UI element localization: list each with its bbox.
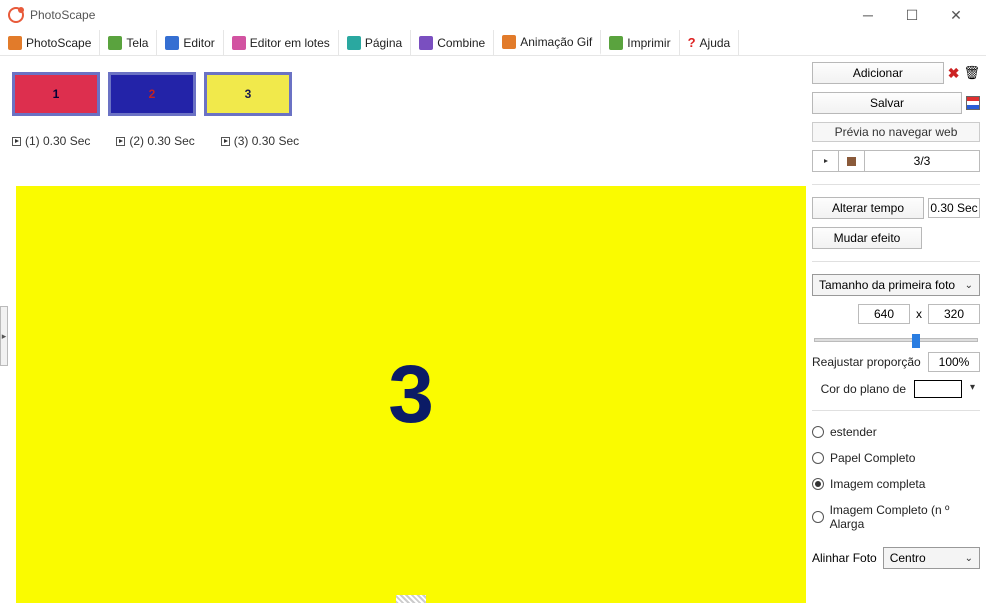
- radio-full-paper[interactable]: Papel Completo: [812, 451, 980, 465]
- save-button[interactable]: Salvar: [812, 92, 962, 114]
- play-icon: [116, 137, 125, 146]
- preview-web-button[interactable]: Prévia no navegar web: [812, 122, 980, 142]
- radio-full-image-no-enlarge[interactable]: Imagem Completo (n º Alarga: [812, 503, 980, 531]
- time-strip: (1) 0.30 Sec (2) 0.30 Sec (3) 0.30 Sec: [12, 134, 802, 148]
- stop-icon: [847, 157, 856, 166]
- window-title: PhotoScape: [30, 8, 95, 22]
- tab-editor[interactable]: Editor: [157, 30, 223, 55]
- radio-full-image[interactable]: Imagem completa: [812, 477, 980, 491]
- tab-label: Página: [365, 36, 402, 50]
- play-button[interactable]: [813, 151, 839, 171]
- delete-icon[interactable]: ✖: [948, 65, 960, 82]
- time-item-2[interactable]: (2) 0.30 Sec: [116, 134, 194, 148]
- tab-label: Ajuda: [700, 36, 731, 50]
- frame-counter: 3/3: [865, 151, 979, 171]
- minimize-button[interactable]: ─: [846, 1, 890, 29]
- percent-field[interactable]: 100%: [928, 352, 980, 372]
- workarea: 1 2 3 (1) 0.30 Sec (2) 0.30 Sec (3) 0.30…: [0, 56, 806, 609]
- tab-editor-lotes[interactable]: Editor em lotes: [224, 30, 339, 55]
- chevron-down-icon: ⌄: [965, 280, 973, 291]
- play-icon: [12, 137, 21, 146]
- change-time-button[interactable]: Alterar tempo: [812, 197, 924, 219]
- tab-label: Editor em lotes: [250, 36, 330, 50]
- tab-label: Animação Gif: [520, 35, 592, 49]
- readjust-label: Reajustar proporção: [812, 355, 921, 369]
- stripes-icon[interactable]: [966, 96, 980, 110]
- size-mode-dropdown[interactable]: Tamanho da primeira foto ⌄: [812, 274, 980, 296]
- thumbnail-3[interactable]: 3: [204, 72, 292, 116]
- thumbnail-2[interactable]: 2: [108, 72, 196, 116]
- time-item-1[interactable]: (1) 0.30 Sec: [12, 134, 90, 148]
- expand-left-handle[interactable]: ▸: [0, 306, 8, 366]
- tab-label: Combine: [437, 36, 485, 50]
- resize-grip[interactable]: [396, 595, 426, 603]
- preview-canvas[interactable]: 3: [16, 186, 806, 603]
- slider-thumb[interactable]: [912, 334, 920, 348]
- preview-frame-number: 3: [388, 348, 434, 442]
- x-label: x: [916, 307, 922, 321]
- play-icon: [821, 157, 830, 166]
- size-slider[interactable]: [814, 338, 978, 342]
- help-icon: ?: [688, 35, 696, 50]
- tab-tela[interactable]: Tela: [100, 30, 157, 55]
- close-button[interactable]: ✕: [934, 1, 978, 29]
- tab-label: Imprimir: [627, 36, 670, 50]
- tab-label: Tela: [126, 36, 148, 50]
- thumbnail-1[interactable]: 1: [12, 72, 100, 116]
- tab-ajuda[interactable]: ? Ajuda: [680, 30, 740, 55]
- tab-label: PhotoScape: [26, 36, 91, 50]
- tabs-bar: PhotoScape Tela Editor Editor em lotes P…: [0, 30, 986, 56]
- chevron-down-icon: ⌄: [965, 553, 973, 564]
- side-panel: Adicionar ✖ 🗑 Salvar Prévia no navegar w…: [806, 56, 986, 609]
- bgcolor-picker[interactable]: [914, 380, 962, 398]
- tab-animacao-gif[interactable]: Animação Gif: [494, 30, 601, 55]
- tab-label: Editor: [183, 36, 214, 50]
- add-button[interactable]: Adicionar: [812, 62, 944, 84]
- tab-imprimir[interactable]: Imprimir: [601, 30, 679, 55]
- change-effect-button[interactable]: Mudar efeito: [812, 227, 922, 249]
- height-field[interactable]: 320: [928, 304, 980, 324]
- radio-extend[interactable]: estender: [812, 425, 980, 439]
- bgcolor-label: Cor do plano de: [821, 382, 906, 396]
- canvas-wrap: 3: [16, 186, 806, 603]
- align-dropdown[interactable]: Centro ⌄: [883, 547, 980, 569]
- tab-pagina[interactable]: Página: [339, 30, 411, 55]
- tab-combine[interactable]: Combine: [411, 30, 494, 55]
- playback-controls: 3/3: [812, 150, 980, 172]
- play-icon: [221, 137, 230, 146]
- trash-icon[interactable]: 🗑: [963, 65, 980, 81]
- time-item-3[interactable]: (3) 0.30 Sec: [221, 134, 299, 148]
- time-value-field[interactable]: 0.30 Sec: [928, 198, 980, 218]
- tab-photoscape[interactable]: PhotoScape: [0, 30, 100, 55]
- align-label: Alinhar Foto: [812, 551, 877, 565]
- thumbnails-row: 1 2 3: [12, 72, 802, 116]
- titlebar: PhotoScape ─ ☐ ✕: [0, 0, 986, 30]
- stop-button[interactable]: [839, 151, 865, 171]
- maximize-button[interactable]: ☐: [890, 1, 934, 29]
- app-icon: [8, 7, 24, 23]
- main-area: 1 2 3 (1) 0.30 Sec (2) 0.30 Sec (3) 0.30…: [0, 56, 986, 609]
- width-field[interactable]: 640: [858, 304, 910, 324]
